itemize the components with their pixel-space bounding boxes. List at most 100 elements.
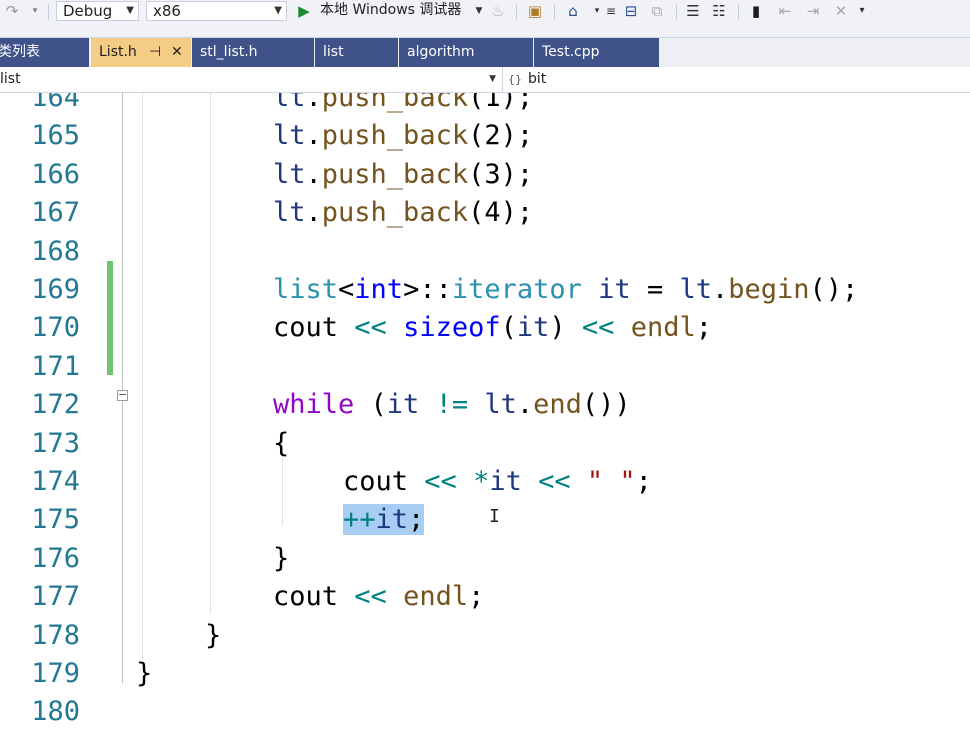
code-line: lt.push_back(1); [273, 93, 533, 117]
line-number: 170 [31, 312, 80, 343]
code-token: ; [408, 504, 425, 535]
chevron-down-icon[interactable]: ▼ [474, 0, 484, 22]
fire-icon[interactable]: ♨ [490, 0, 506, 22]
code-token: << [581, 312, 615, 343]
pin-icon[interactable]: ⊣ [149, 38, 161, 67]
line-number: 176 [31, 543, 80, 574]
code-token: " " [586, 466, 636, 497]
tab-class-view[interactable]: 类列表 [0, 38, 89, 67]
code-token: end [533, 389, 582, 420]
dropdown-icon[interactable]: ▾ [30, 0, 40, 22]
code-token: } [273, 543, 290, 574]
close-icon[interactable]: ✕ [171, 38, 183, 67]
code-token: ( [500, 312, 517, 343]
toolbar-separator [48, 4, 49, 20]
code-token: . [305, 159, 322, 190]
member-value: bit [528, 71, 547, 87]
code-line: lt.push_back(4); [273, 194, 533, 232]
indent-icon[interactable]: ☷ [710, 0, 728, 22]
code-editor[interactable]: − 164 165 166 167 168 169 170 171 172 173 174 175 17… [0, 93, 970, 736]
start-debugging-button[interactable]: 本地 Windows 调试器 [320, 0, 461, 22]
code-token: ( [354, 389, 387, 420]
bookmark-icon[interactable]: ▮ [748, 0, 764, 22]
platform-select[interactable]: x86 ▼ [146, 1, 287, 21]
code-token: >:: [403, 274, 452, 305]
chevron-down-icon: ▼ [126, 5, 134, 16]
code-token: it [598, 274, 631, 305]
code-token: cout [273, 312, 355, 343]
line-number: 171 [31, 351, 80, 382]
code-token: it [386, 389, 420, 420]
tab-list-h[interactable]: List.h ⊣ ✕ [91, 38, 191, 67]
home-icon[interactable]: ⌂ [564, 0, 582, 22]
tab-label: List.h [99, 44, 137, 60]
tab-label: 类列表 [0, 44, 40, 60]
tab-stl-list-h[interactable]: stl_list.h [192, 38, 314, 67]
code-token: != [435, 389, 469, 420]
toolbar-separator [516, 4, 517, 20]
line-number: 177 [31, 581, 80, 612]
chevron-down-icon: ▼ [489, 74, 496, 84]
indent-guide [142, 93, 143, 658]
configuration-select[interactable]: Debug ▼ [56, 1, 139, 21]
code-token: begin [728, 274, 810, 305]
code-token: ()) [581, 389, 631, 420]
code-token: . [305, 93, 322, 113]
line-number: 175 [31, 504, 80, 535]
comment-icon[interactable]: ≡ [604, 0, 618, 22]
indent-guide [282, 453, 283, 525]
code-token: it [516, 312, 550, 343]
tab-label: stl_list.h [200, 44, 258, 60]
tab-algorithm[interactable]: algorithm [399, 38, 533, 67]
member-dropdown[interactable]: {} bit [508, 67, 546, 92]
code-token: ; [468, 581, 485, 612]
toolbar-separator [554, 4, 555, 20]
line-number: 165 [31, 120, 80, 151]
overflow-icon[interactable]: ▾ [856, 0, 868, 22]
play-icon[interactable]: ▶ [296, 0, 312, 22]
scope-dropdown[interactable]: list ▼ [0, 67, 503, 92]
toolbar-separator [738, 4, 739, 20]
indent-guide [210, 93, 211, 613]
code-token: push_back [321, 93, 469, 113]
code-token: << [354, 581, 387, 612]
navigation-bar: list ▼ {} bit [0, 67, 970, 93]
next-bookmark-icon[interactable]: ⇥ [804, 0, 822, 22]
change-indicator-bar [107, 261, 113, 375]
code-token: << [424, 466, 457, 497]
clear-bookmark-icon[interactable]: ✕ [832, 0, 850, 22]
line-number: 166 [31, 159, 80, 190]
code-token: lt [273, 159, 306, 190]
namespace-icon: {} [508, 73, 522, 86]
code-token: { [273, 428, 290, 459]
outdent-icon[interactable]: ⧉ [648, 0, 666, 22]
code-token: ++ [343, 504, 376, 535]
text-cursor-icon: I [489, 506, 500, 527]
code-line: cout << endl; [273, 578, 484, 616]
tab-list[interactable]: list [315, 38, 398, 67]
uncomment-icon[interactable]: ⊟ [622, 0, 640, 22]
outdent-icon[interactable]: ☰ [684, 0, 702, 22]
code-token: = [630, 274, 680, 305]
line-number: 174 [31, 466, 80, 497]
toolbar: ↷ ▾ Debug ▼ x86 ▼ ▶ 本地 Windows 调试器 ▼ ♨ ▣… [0, 0, 970, 38]
line-number: 167 [31, 197, 80, 228]
line-number: 180 [31, 696, 80, 727]
redo-icon[interactable]: ↷ [4, 0, 20, 22]
find-in-files-icon[interactable]: ▣ [526, 0, 544, 22]
tab-label: algorithm [407, 44, 475, 60]
code-token: iterator [451, 274, 582, 305]
code-token: (); [809, 274, 859, 305]
line-number: 179 [31, 658, 80, 689]
collapse-icon[interactable]: − [117, 389, 128, 401]
code-token: list [273, 274, 339, 305]
code-token: push_back [321, 159, 469, 190]
prev-bookmark-icon[interactable]: ⇤ [776, 0, 794, 22]
dropdown-icon[interactable]: ▾ [592, 0, 602, 22]
document-tab-bar: 类列表 List.h ⊣ ✕ stl_list.h list algorithm… [0, 38, 970, 67]
tab-test-cpp[interactable]: Test.cpp [534, 38, 659, 67]
